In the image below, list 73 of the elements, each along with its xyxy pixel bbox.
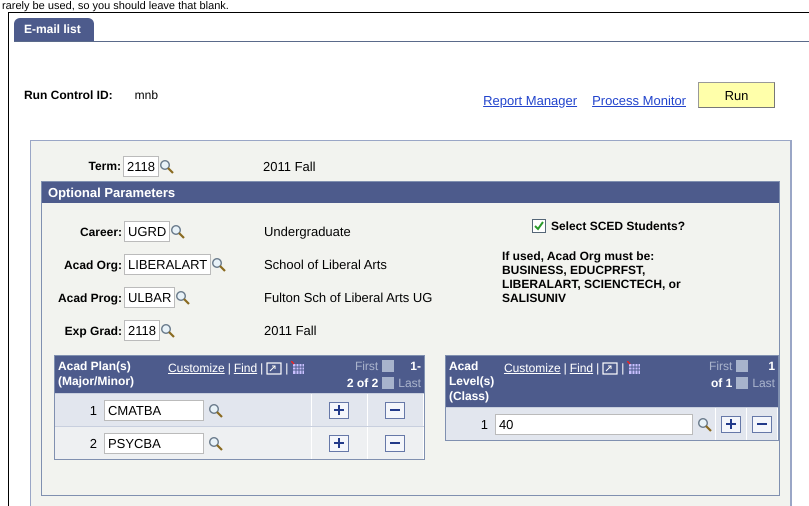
- field-label: Exp Grad:: [64, 324, 123, 338]
- separator: |: [596, 361, 600, 375]
- grid-icon[interactable]: [627, 361, 642, 375]
- text-field[interactable]: 40: [494, 414, 693, 434]
- report-link[interactable]: Process Monitor: [592, 92, 686, 108]
- field-description: Undergraduate: [264, 224, 351, 239]
- customize-link[interactable]: Customize: [504, 361, 561, 375]
- search-icon[interactable]: [170, 224, 186, 239]
- text-field[interactable]: PSYCBA: [104, 432, 204, 454]
- field-label: Career:: [78, 224, 123, 238]
- report-link[interactable]: Report Manager: [483, 92, 578, 108]
- add-row-button[interactable]: [721, 416, 741, 432]
- search-icon[interactable]: [211, 257, 226, 272]
- text-field[interactable]: ULBAR: [124, 287, 176, 308]
- search-icon[interactable]: [158, 158, 174, 174]
- first-label: First: [708, 359, 732, 373]
- instruction-text: rarely be used, so you should leave that blank.: [1, 0, 230, 12]
- run-control-value: mnb: [134, 88, 158, 102]
- page-tab[interactable]: E-mail list: [14, 18, 94, 41]
- separator: |: [260, 361, 264, 375]
- field-description: School of Liberal Arts: [264, 257, 387, 272]
- field-description: Fulton Sch of Liberal Arts UG: [264, 290, 432, 305]
- search-icon[interactable]: [696, 416, 712, 432]
- search-icon[interactable]: [208, 436, 223, 450]
- window-icon[interactable]: [266, 362, 282, 374]
- window-icon[interactable]: [602, 362, 618, 374]
- add-row-button[interactable]: [329, 434, 350, 452]
- field-label: Term:: [88, 159, 122, 173]
- text-field[interactable]: CMATBA: [104, 400, 204, 420]
- search-icon[interactable]: [175, 290, 190, 305]
- field-description: 2011 Fall: [264, 323, 317, 338]
- customize-link[interactable]: Customize: [168, 361, 225, 375]
- field-label: Acad Prog:: [56, 290, 123, 304]
- search-icon[interactable]: [208, 402, 223, 418]
- find-link[interactable]: Find: [234, 361, 258, 375]
- delete-row-button[interactable]: [385, 434, 406, 452]
- first-label: First: [354, 359, 378, 373]
- row-number: 1: [88, 402, 98, 418]
- text-field[interactable]: 2118: [124, 320, 160, 341]
- separator: |: [621, 361, 624, 375]
- page-range: 1-: [410, 359, 421, 373]
- separator: |: [228, 361, 231, 375]
- find-link[interactable]: Find: [570, 361, 594, 375]
- text-field[interactable]: LIBERALART: [124, 254, 212, 275]
- checkbox-label: Select SCED Students?: [551, 219, 686, 233]
- page-range: 2 of 2: [346, 376, 378, 390]
- section-header: Optional Parameters: [42, 182, 779, 203]
- page-range: of 1: [710, 376, 732, 390]
- last-label: Last: [752, 376, 775, 390]
- plus-icon: [334, 405, 344, 415]
- last-label: Last: [398, 376, 421, 390]
- separator: |: [564, 361, 567, 375]
- note-text: If used, Acad Org must be: BUSINESS, EDUCPRFST, LIBERALART, SCIENCTECH, or SALISUNIV: [502, 249, 682, 305]
- run-button[interactable]: Run: [698, 82, 775, 108]
- field-label: Run Control ID:: [24, 88, 113, 102]
- text-field[interactable]: 2118: [123, 156, 159, 176]
- plus-icon: [334, 438, 344, 448]
- field-description: 2011 Fall: [263, 158, 316, 174]
- grid-title: Acad Plan(s) (Major/Minor): [58, 359, 135, 389]
- field-label: Acad Org:: [62, 258, 123, 272]
- checkbox[interactable]: [532, 219, 546, 233]
- page-range: 1: [768, 359, 775, 373]
- delete-row-button[interactable]: [385, 402, 406, 418]
- search-icon[interactable]: [160, 323, 175, 338]
- row-number: 1: [480, 416, 489, 432]
- delete-row-button[interactable]: [752, 416, 772, 432]
- text-field[interactable]: UGRD: [124, 221, 170, 242]
- grid-icon[interactable]: [291, 361, 306, 375]
- row-number: 2: [88, 436, 98, 450]
- grid-title: Acad Level(s) (Class): [448, 359, 496, 404]
- add-row-button[interactable]: [329, 402, 350, 418]
- plus-icon: [726, 419, 736, 429]
- separator: |: [285, 361, 288, 375]
